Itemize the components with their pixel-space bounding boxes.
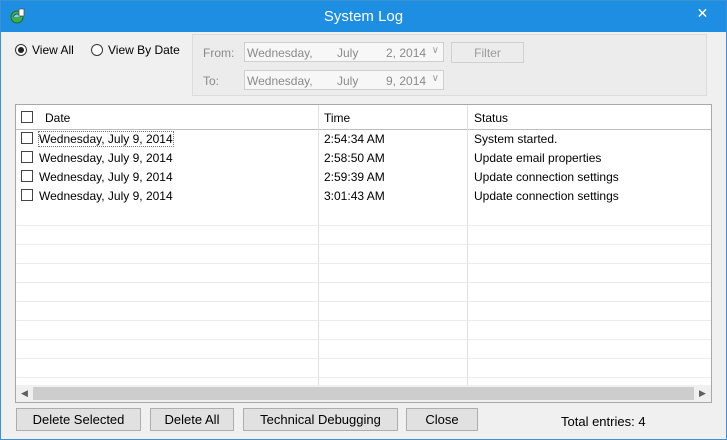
select-all-checkbox[interactable] <box>21 111 33 123</box>
window-close-button[interactable]: ✕ <box>686 1 719 25</box>
row-time: 3:01:43 AM <box>324 189 385 203</box>
chevron-down-icon[interactable]: ∨ <box>432 45 439 56</box>
close-button[interactable]: Close <box>406 408 478 431</box>
row-checkbox[interactable] <box>21 170 33 182</box>
to-day-year: 9, 2014 <box>386 74 427 88</box>
from-label: From: <box>203 46 235 60</box>
row-date: Wednesday, July 9, 2014 <box>39 170 173 184</box>
horizontal-scrollbar[interactable]: ◀ ▶ <box>16 385 711 402</box>
table-row[interactable]: Wednesday, July 9, 2014 2:58:50 AM Updat… <box>16 149 711 168</box>
empty-row-line <box>16 358 711 359</box>
column-header-date[interactable]: Date <box>45 105 70 129</box>
empty-row-line <box>16 301 711 302</box>
row-time: 2:54:34 AM <box>324 132 385 146</box>
row-time: 2:59:39 AM <box>324 170 385 184</box>
view-all-label: View All <box>32 43 74 57</box>
row-date: Wednesday, July 9, 2014 <box>39 151 173 165</box>
row-status: Update connection settings <box>474 170 619 184</box>
close-icon: ✕ <box>696 5 709 21</box>
total-entries-label: Total entries: 4 <box>561 414 646 429</box>
row-status: Update email properties <box>474 151 602 165</box>
empty-row-line <box>16 339 711 340</box>
row-date: Wednesday, July 9, 2014 <box>38 131 174 147</box>
scroll-left-icon[interactable]: ◀ <box>16 385 33 402</box>
table-row[interactable]: Wednesday, July 9, 2014 2:59:39 AM Updat… <box>16 168 711 187</box>
empty-row-line <box>16 282 711 283</box>
title-bar: System Log ✕ <box>1 1 726 32</box>
row-checkbox[interactable] <box>21 151 33 163</box>
table-row[interactable]: Wednesday, July 9, 2014 3:01:43 AM Updat… <box>16 187 711 206</box>
empty-row-line <box>16 263 711 264</box>
from-month: July <box>337 46 359 60</box>
empty-row-line <box>16 377 711 378</box>
column-header-status[interactable]: Status <box>474 105 508 129</box>
from-day-year: 2, 2014 <box>386 46 427 60</box>
column-header-time[interactable]: Time <box>324 105 350 129</box>
view-all-radio[interactable]: View All <box>15 42 74 58</box>
row-checkbox[interactable] <box>21 189 33 201</box>
empty-row-line <box>16 320 711 321</box>
system-log-window: System Log ✕ View All View By Date From:… <box>0 0 727 440</box>
to-label: To: <box>203 74 220 88</box>
to-weekday: Wednesday, <box>247 74 313 88</box>
empty-row-line <box>16 244 711 245</box>
row-status: Update connection settings <box>474 189 619 203</box>
window-title: System Log <box>323 8 404 25</box>
from-date-picker[interactable]: Wednesday, July 2, 2014 ∨ <box>244 42 444 62</box>
scrollbar-thumb[interactable] <box>33 387 694 400</box>
filter-button[interactable]: Filter <box>451 42 524 63</box>
row-date: Wednesday, July 9, 2014 <box>39 189 173 203</box>
to-month: July <box>337 74 359 88</box>
scroll-right-icon[interactable]: ▶ <box>694 385 711 402</box>
delete-all-button[interactable]: Delete All <box>150 408 234 431</box>
technical-debugging-button[interactable]: Technical Debugging <box>243 408 398 431</box>
view-by-date-radio-dot[interactable] <box>91 44 103 56</box>
view-all-radio-dot[interactable] <box>15 44 27 56</box>
log-table[interactable]: Date Time Status Wednesday, July 9, 2014… <box>15 104 712 403</box>
empty-row-line <box>16 225 711 226</box>
from-weekday: Wednesday, <box>247 46 313 60</box>
view-by-date-radio[interactable]: View By Date <box>91 42 180 58</box>
row-time: 2:58:50 AM <box>324 151 385 165</box>
date-range-panel: From: Wednesday, July 2, 2014 ∨ Filter T… <box>192 34 707 96</box>
table-header: Date Time Status <box>16 105 711 130</box>
view-by-date-label: View By Date <box>108 43 180 57</box>
to-date-picker[interactable]: Wednesday, July 9, 2014 ∨ <box>244 70 444 90</box>
table-row[interactable]: Wednesday, July 9, 2014 2:54:34 AM Syste… <box>16 130 711 149</box>
row-checkbox[interactable] <box>21 132 33 144</box>
chevron-down-icon[interactable]: ∨ <box>432 73 439 84</box>
delete-selected-button[interactable]: Delete Selected <box>16 408 141 431</box>
row-status: System started. <box>474 132 558 146</box>
